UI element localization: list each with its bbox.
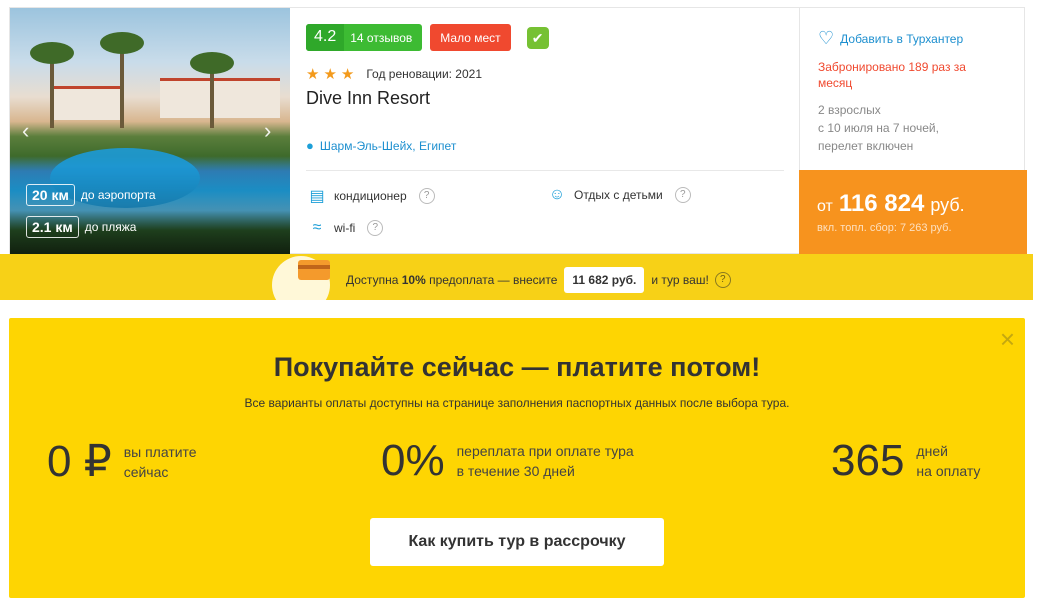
few-places-badge: Мало мест xyxy=(430,24,511,51)
amenity-label: wi-fi xyxy=(334,221,356,235)
stars-row: ★ ★ ★ Год реновации: 2021 xyxy=(306,65,482,83)
installment-banner: × Покупайте сейчас — платите потом! Все … xyxy=(9,318,1025,598)
star-icon: ★ xyxy=(340,66,355,83)
hotel-photo[interactable]: ‹ › 20 км до аэропорта 2.1 км до пляжа xyxy=(10,8,290,255)
wifi-icon: ≈ xyxy=(312,219,322,236)
feature-text: на оплату xyxy=(916,463,981,479)
booked-count: Забронировано 189 раз за месяц xyxy=(818,60,966,90)
feature-value: 0% xyxy=(381,436,445,485)
prev-photo-icon[interactable]: ‹ xyxy=(22,120,29,142)
divider xyxy=(306,170,784,171)
price-button[interactable]: от 116 824 руб. вкл. топл. сбор: 7 263 р… xyxy=(799,170,1027,255)
distance-value: 20 км xyxy=(26,184,75,206)
favorites-label: Добавить в Турхантер xyxy=(840,31,964,46)
distance-label: до аэропорта xyxy=(80,188,156,202)
hotel-card: ‹ › 20 км до аэропорта 2.1 км до пляжа 4… xyxy=(9,7,1027,255)
amenity-label: кондиционер xyxy=(334,189,407,203)
feature-text: вы платите xyxy=(123,443,197,460)
distance-value: 2.1 км xyxy=(26,216,79,238)
feature-text: сейчас xyxy=(123,463,169,480)
feature-value: 0 ₽ xyxy=(47,437,112,486)
amenity-air-conditioner: ▤ кондиционер ? xyxy=(306,186,435,206)
price-from: от xyxy=(817,198,833,215)
feature-text: в течение 30 дней xyxy=(456,463,575,479)
help-icon[interactable]: ? xyxy=(714,272,731,288)
add-to-favorites-button[interactable]: ♡ Добавить в Турхантер xyxy=(818,28,963,49)
photo-shade xyxy=(10,165,290,255)
renovation-year: Год реновации: 2021 xyxy=(366,67,483,81)
feature-text: переплата при оплате тура xyxy=(456,443,634,459)
feature-text: дней xyxy=(916,443,948,459)
child-icon: ☺ xyxy=(548,186,566,203)
next-photo-icon[interactable]: › xyxy=(264,120,271,142)
distance-beach: 2.1 км до пляжа xyxy=(26,216,136,238)
prepayment-strip: Доступна 10% предоплата — внесите 11 682… xyxy=(0,254,1033,300)
location-link[interactable]: Шарм-Эль-Шейх, Египет xyxy=(320,139,456,153)
feature-overpay: 0% переплата при оплате тура в течение 3… xyxy=(381,436,634,486)
banner-title: Покупайте сейчас — платите потом! xyxy=(273,352,761,382)
feature-days: 365 дней на оплату xyxy=(831,436,980,486)
hotel-name[interactable]: Dive Inn Resort xyxy=(306,88,430,109)
amenity-label: Отдых с детьми xyxy=(574,188,663,202)
building xyxy=(50,86,120,120)
rating-badge[interactable]: 4.2 14 отзывов xyxy=(306,24,423,51)
palm-frond xyxy=(100,32,144,54)
tour-details: 2 взрослых с 10 июля на 7 ночей, перелет… xyxy=(818,101,939,155)
distance-label: до пляжа xyxy=(84,220,137,234)
help-icon[interactable]: ? xyxy=(674,187,691,203)
price-panel: ♡ Добавить в Турхантер Забронировано 189… xyxy=(799,8,1027,255)
heart-icon: ♡ xyxy=(818,28,835,48)
help-icon[interactable]: ? xyxy=(418,188,435,204)
prepay-amount: 11 682 руб. xyxy=(564,267,645,293)
prepayment-text: Доступна 10% предоплата — внесите 11 682… xyxy=(346,267,731,293)
price-fee: вкл. топл. сбор: 7 263 руб. xyxy=(817,222,952,234)
star-icon: ★ xyxy=(306,66,320,83)
banner-subtitle: Все варианты оплаты доступны на странице… xyxy=(244,396,790,410)
price-amount: 116 824 xyxy=(838,190,925,217)
prepay-text-1: Доступна xyxy=(346,273,399,287)
reviews-count: 14 отзывов xyxy=(350,31,413,45)
tour-detail: перелет включен xyxy=(818,139,914,153)
feature-value: 365 xyxy=(831,436,905,485)
palm-frond xyxy=(190,52,234,74)
check-icon: ✔ xyxy=(526,26,549,49)
hotel-location[interactable]: ● Шарм-Эль-Шейх, Египет xyxy=(306,138,456,153)
prepay-text-2: предоплата — внесите xyxy=(429,273,558,287)
hotel-info: 4.2 14 отзывов Мало мест ✔ ★ ★ ★ Год рен… xyxy=(306,8,784,255)
close-icon[interactable]: × xyxy=(1000,324,1015,355)
air-conditioner-icon: ▤ xyxy=(309,188,325,205)
feature-pay-now: 0 ₽ вы платите сейчас xyxy=(47,436,197,487)
help-icon[interactable]: ? xyxy=(367,220,384,236)
location-pin-icon: ● xyxy=(306,138,314,153)
building xyxy=(160,78,280,118)
distance-airport: 20 км до аэропорта xyxy=(26,184,156,206)
rating-score: 4.2 xyxy=(306,24,345,51)
hand-card-icon xyxy=(272,254,334,300)
prepay-text-3: и тур ваш! xyxy=(651,273,709,287)
badges: 4.2 14 отзывов Мало мест ✔ xyxy=(306,24,549,51)
how-to-buy-button[interactable]: Как купить тур в рассрочку xyxy=(370,518,664,566)
palm-frond xyxy=(30,42,74,64)
prepay-percent: 10% xyxy=(401,273,426,287)
amenity-wifi: ≈ wi-fi ? xyxy=(306,219,384,237)
amenity-kids: ☺ Отдых с детьми ? xyxy=(546,186,691,204)
price-currency: руб. xyxy=(930,195,965,215)
star-icon: ★ xyxy=(323,66,337,83)
tour-detail: 2 взрослых xyxy=(818,103,881,117)
tour-detail: с 10 июля на 7 ночей, xyxy=(818,121,939,135)
